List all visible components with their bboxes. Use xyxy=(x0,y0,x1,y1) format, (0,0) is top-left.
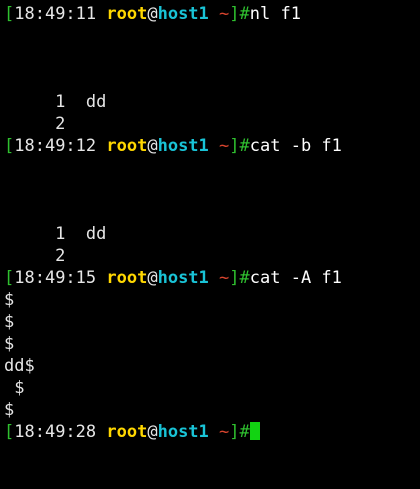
prompt-host: host1 xyxy=(157,422,209,442)
output-line: dd$ xyxy=(4,356,35,376)
prompt-open-bracket: [ xyxy=(4,268,15,288)
prompt-path: ~ xyxy=(219,4,230,24)
output-line: $ xyxy=(4,400,15,420)
prompt-open-bracket: [ xyxy=(4,422,15,442)
output-line: 1 dd xyxy=(4,224,107,244)
prompt-user: root xyxy=(106,268,148,288)
command-text: cat -b f1 xyxy=(249,136,342,156)
prompt-at: @ xyxy=(147,4,158,24)
prompt-open-bracket: [ xyxy=(4,136,15,156)
output-line: 2 xyxy=(4,114,66,134)
command-text: cat -A f1 xyxy=(249,268,342,288)
text-cursor[interactable] xyxy=(249,422,260,440)
prompt-close-bracket: ]# xyxy=(229,422,250,442)
terminal-window[interactable]: [18:49:11 root@host1 ~]#nl f1 1 dd 2 [18… xyxy=(0,0,420,489)
prompt-time: 18:49:15 xyxy=(14,268,97,288)
prompt-open-bracket: [ xyxy=(4,4,15,24)
prompt-time: 18:49:12 xyxy=(14,136,97,156)
output-line: $ xyxy=(4,378,25,398)
prompt-at: @ xyxy=(147,136,158,156)
prompt-at: @ xyxy=(147,268,158,288)
prompt-host: host1 xyxy=(157,4,209,24)
output-line: $ xyxy=(4,312,15,332)
prompt-path: ~ xyxy=(219,268,230,288)
output-line: $ xyxy=(4,334,15,354)
prompt-time: 18:49:28 xyxy=(14,422,97,442)
prompt-user: root xyxy=(106,4,148,24)
prompt-close-bracket: ]# xyxy=(229,268,250,288)
output-line: $ xyxy=(4,290,15,310)
prompt-path: ~ xyxy=(219,422,230,442)
prompt-host: host1 xyxy=(157,136,209,156)
prompt-user: root xyxy=(106,422,148,442)
prompt-line-active[interactable]: [18:49:28 root@host1 ~]# xyxy=(4,421,420,443)
output-line: 1 dd xyxy=(4,92,107,112)
prompt-line: [18:49:15 root@host1 ~]#cat -A f1 xyxy=(4,267,420,289)
prompt-line: [18:49:11 root@host1 ~]#nl f1 xyxy=(4,3,420,25)
prompt-line: [18:49:12 root@host1 ~]#cat -b f1 xyxy=(4,135,420,157)
prompt-user: root xyxy=(106,136,148,156)
prompt-close-bracket: ]# xyxy=(229,136,250,156)
prompt-at: @ xyxy=(147,422,158,442)
command-text: nl f1 xyxy=(249,4,301,24)
prompt-close-bracket: ]# xyxy=(229,4,250,24)
prompt-time: 18:49:11 xyxy=(14,4,97,24)
prompt-host: host1 xyxy=(157,268,209,288)
output-line: 2 xyxy=(4,246,66,266)
prompt-path: ~ xyxy=(219,136,230,156)
